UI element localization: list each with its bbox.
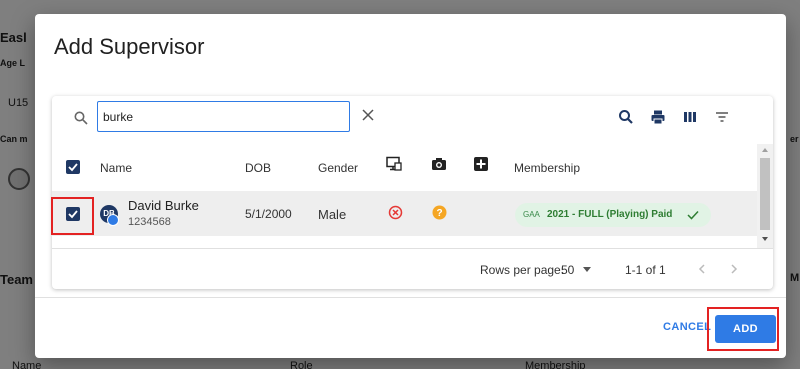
filter-icon[interactable] (714, 109, 730, 125)
member-dob: 5/1/2000 (245, 207, 292, 221)
membership-status-badge: GAA 2021 - FULL (Playing) Paid (515, 203, 711, 227)
svg-text:?: ? (436, 208, 442, 219)
scroll-thumb[interactable] (760, 158, 770, 230)
select-all-checkbox[interactable] (66, 160, 80, 174)
help-circle-icon: ? (432, 205, 447, 220)
column-name[interactable]: Name (100, 161, 132, 175)
add-button-highlight (707, 307, 779, 351)
columns-icon[interactable] (682, 109, 698, 125)
print-icon[interactable] (650, 109, 666, 125)
next-page-icon[interactable] (729, 263, 739, 275)
cancel-button[interactable]: CANCEL (663, 321, 711, 333)
member-name: David Burke (128, 198, 199, 213)
search-field[interactable] (97, 101, 350, 132)
table-header: Name DOB Gender Membership (52, 144, 757, 190)
dialog-footer-divider (35, 297, 786, 298)
rows-per-page-select[interactable]: 50 (557, 257, 601, 281)
supervisor-table-card: Name DOB Gender Membership (52, 96, 773, 289)
column-membership[interactable]: Membership (514, 161, 580, 175)
column-dob[interactable]: DOB (245, 161, 271, 175)
error-circle-icon (388, 205, 403, 220)
membership-text: 2021 - FULL (Playing) Paid (547, 209, 673, 220)
verified-badge-icon (107, 214, 119, 226)
check-icon (687, 210, 699, 220)
screen-photo-icon (386, 156, 402, 171)
member-gender: Male (318, 207, 347, 222)
rows-per-page-label: Rows per page: (480, 263, 565, 277)
rows-per-page-value: 50 (561, 263, 575, 277)
clear-search-icon[interactable] (361, 108, 375, 122)
scroll-down-icon[interactable] (761, 236, 769, 242)
previous-page-icon[interactable] (697, 263, 707, 275)
chevron-down-icon (583, 267, 591, 272)
gaa-logo-icon: GAA (523, 210, 540, 219)
search-input[interactable] (103, 109, 343, 125)
pagination-range: 1-1 of 1 (625, 263, 666, 277)
dialog-title: Add Supervisor (54, 34, 205, 59)
member-id: 1234568 (128, 216, 171, 228)
row-checkbox-highlight (51, 197, 94, 235)
camera-icon (432, 158, 446, 170)
scroll-up-icon[interactable] (761, 147, 769, 153)
table-scrollbar[interactable] (757, 144, 773, 248)
pagination: Rows per page: 50 1-1 of 1 (52, 248, 773, 289)
table-row[interactable]: DB David Burke 1234568 5/1/2000 Male ? G… (52, 191, 757, 236)
search-icon[interactable] (618, 109, 634, 125)
add-supervisor-dialog: Add Supervisor burke Name DOB Gender Mem… (35, 14, 786, 358)
medical-plus-icon (474, 157, 488, 171)
column-gender[interactable]: Gender (318, 161, 358, 175)
search-icon (74, 111, 88, 125)
